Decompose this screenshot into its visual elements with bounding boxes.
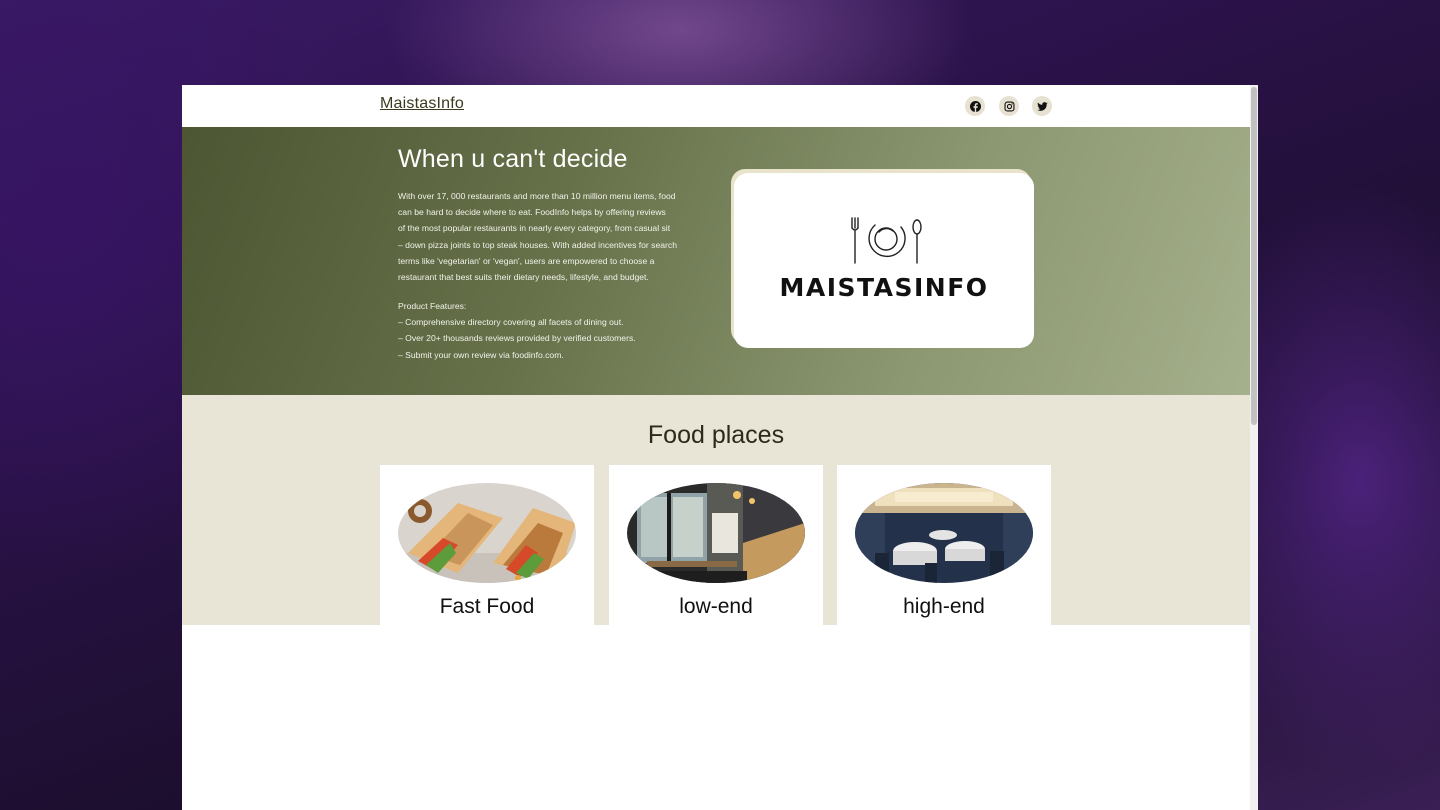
- facebook-icon: [969, 100, 981, 112]
- high-end-image: [855, 483, 1033, 583]
- card-fast-food[interactable]: Fast Food: [380, 465, 594, 625]
- card-high-end[interactable]: high-end: [837, 465, 1051, 625]
- navbar: MaistasInfo: [182, 85, 1250, 127]
- feature-item: – Over 20+ thousands reviews provided by…: [398, 333, 636, 344]
- features-heading: Product Features:: [398, 301, 467, 311]
- section-title: Food places: [647, 421, 785, 449]
- brand-link[interactable]: MaistasInfo: [380, 95, 464, 113]
- fast-food-image: [398, 483, 576, 583]
- page: MaistasInfo When u can't decide With ove…: [182, 85, 1250, 810]
- logo-text: MAISTASINFO: [779, 273, 989, 302]
- hero-section: When u can't decide With over 17, 000 re…: [182, 127, 1250, 395]
- card-label: high-end: [903, 595, 985, 618]
- logo-card: MAISTASINFO: [734, 173, 1034, 348]
- facebook-button[interactable]: [965, 96, 985, 116]
- twitter-button[interactable]: [1032, 96, 1052, 116]
- browser-window: MaistasInfo When u can't decide With ove…: [182, 85, 1258, 810]
- instagram-icon: [1003, 100, 1015, 112]
- food-places-section: Food places Fast Food low-end high-end: [182, 395, 1250, 625]
- twitter-icon: [1036, 101, 1048, 111]
- hero-title: When u can't decide: [398, 145, 628, 173]
- instagram-button[interactable]: [999, 96, 1019, 116]
- card-label: low-end: [679, 595, 753, 618]
- hero-description: With over 17, 000 restaurants and more t…: [398, 191, 677, 283]
- card-low-end[interactable]: low-end: [609, 465, 823, 625]
- scrollbar-thumb[interactable]: [1251, 87, 1257, 425]
- feature-item: – Submit your own review via foodinfo.co…: [398, 349, 564, 360]
- product-features: Product Features: – Comprehensive direct…: [398, 298, 718, 363]
- plate-cutlery-icon: [851, 217, 922, 264]
- card-label: Fast Food: [439, 595, 535, 618]
- feature-item: – Comprehensive directory covering all f…: [398, 317, 624, 328]
- scrollbar[interactable]: [1250, 85, 1258, 810]
- low-end-image: [627, 483, 805, 583]
